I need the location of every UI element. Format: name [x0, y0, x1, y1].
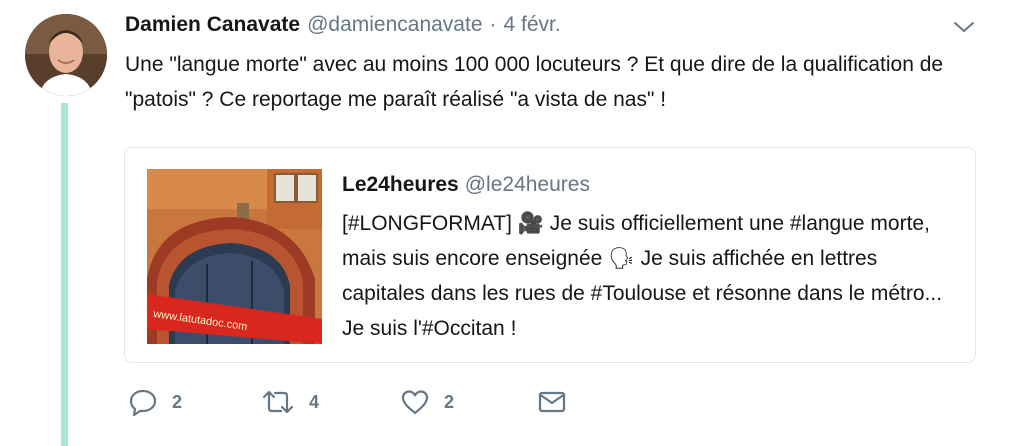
retweet-count: 4 [309, 391, 320, 412]
like-count: 2 [444, 391, 455, 412]
reply-count: 2 [172, 391, 183, 412]
reply-icon [129, 389, 157, 416]
chevron-down-icon[interactable] [952, 19, 976, 35]
envelope-icon [538, 391, 566, 413]
tweet-date[interactable]: 4 févr. [504, 13, 561, 37]
header-separator: · [489, 13, 497, 36]
author-handle[interactable]: @damiencanavate [307, 13, 482, 37]
like-button[interactable]: 2 [400, 385, 454, 419]
author-avatar[interactable] [25, 14, 107, 96]
quoted-tweet-header: Le24heures @le24heures [342, 173, 590, 197]
tweet-header: Damien Canavate @damiencanavate · 4 févr… [125, 13, 561, 43]
quoted-tweet-card[interactable]: www.latutadoc.com Le24heures @le24heures … [124, 147, 976, 363]
avatar-photo [25, 14, 107, 96]
retweet-button[interactable]: 4 [261, 385, 319, 419]
author-name[interactable]: Damien Canavate [125, 13, 300, 37]
heart-icon [401, 390, 429, 415]
thread-line [61, 103, 68, 446]
tweet-text: Une "langue morte" avec au moins 100 000… [125, 53, 944, 111]
tweet-actions: 2 4 2 [128, 385, 588, 419]
retweet-icon [262, 390, 294, 414]
quoted-author-handle[interactable]: @le24heures [465, 173, 590, 196]
quoted-tweet-image: www.latutadoc.com [147, 169, 322, 344]
quoted-tweet-text: [#LONGFORMAT] 🎥 Je suis officiellement u… [342, 212, 943, 340]
direct-message-button[interactable] [538, 385, 566, 419]
quoted-author-name[interactable]: Le24heures [342, 173, 459, 196]
reply-button[interactable]: 2 [128, 385, 182, 419]
